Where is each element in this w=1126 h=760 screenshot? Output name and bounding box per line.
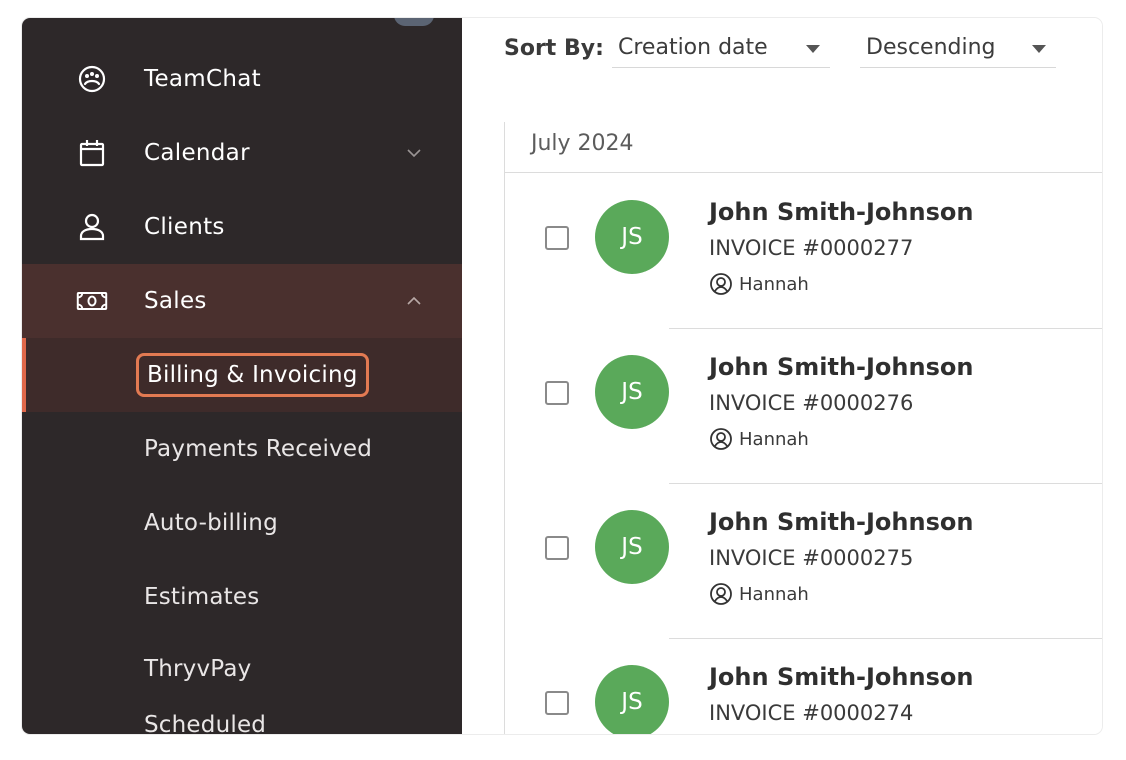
user-circle-icon [710,428,732,450]
sidebar-subitem-billing-invoicing[interactable]: Billing & Invoicing [22,338,462,412]
month-header: July 2024 [531,130,634,156]
calendar-icon [76,137,108,169]
list-item[interactable]: JS John Smith-Johnson INVOICE #0000276 H… [505,329,1102,484]
person-icon [76,211,108,243]
sidebar-subitem-label: Scheduled [144,712,267,734]
sidebar-subitem-label: Payments Received [144,436,373,462]
sidebar-item-label: Calendar [144,140,250,166]
avatar: JS [595,510,669,584]
cash-icon [76,285,108,317]
list-item[interactable]: JS John Smith-Johnson INVOICE #0000277 H… [505,174,1102,329]
invoice-number: INVOICE #0000277 [709,236,914,260]
caret-down-icon [1032,45,1046,53]
sidebar-item-label: Sales [144,288,207,314]
owner-name: Hannah [739,273,809,295]
owner: Hannah [709,427,809,451]
app-window: TeamChat Calendar Clients Sales Billing … [22,18,1102,734]
sidebar-item-teamchat[interactable]: TeamChat [22,42,462,116]
sidebar-subitem-scheduled[interactable]: Scheduled [22,688,462,734]
invoice-list: July 2024 JS John Smith-Johnson INVOICE … [504,122,1102,734]
notification-pill [394,18,434,26]
avatar: JS [595,200,669,274]
invoice-number: INVOICE #0000274 [709,701,914,725]
sidebar-item-sales[interactable]: Sales [22,264,462,338]
owner: Hannah [709,582,809,606]
list-item[interactable]: JS John Smith-Johnson INVOICE #0000274 [505,639,1102,734]
owner: Hannah [709,272,809,296]
sidebar-subitem-label: ThryvPay [144,656,252,682]
list-item[interactable]: JS John Smith-Johnson INVOICE #0000275 H… [505,484,1102,639]
avatar: JS [595,665,669,734]
client-name[interactable]: John Smith-Johnson [709,198,973,226]
chevron-up-icon[interactable] [402,289,426,313]
active-indicator [22,338,26,412]
client-name[interactable]: John Smith-Johnson [709,353,973,381]
divider [505,172,1102,173]
sidebar-item-calendar[interactable]: Calendar [22,116,462,190]
team-chat-icon [76,63,108,95]
sidebar-subitem-label: Estimates [144,584,260,610]
sidebar-subitem-payments-received[interactable]: Payments Received [22,412,462,486]
invoice-list-panel: Sort By: Creation date Descending July 2… [462,18,1102,734]
invoice-number: INVOICE #0000276 [709,391,914,415]
sidebar-item-label: TeamChat [144,66,261,92]
client-name[interactable]: John Smith-Johnson [709,663,973,691]
sidebar-subitem-label: Auto-billing [144,510,278,536]
owner-name: Hannah [739,583,809,605]
sidebar-subitem-label: Billing & Invoicing [136,353,369,397]
client-name[interactable]: John Smith-Johnson [709,508,973,536]
invoice-number: INVOICE #0000275 [709,546,914,570]
chevron-down-icon[interactable] [402,141,426,165]
sidebar: TeamChat Calendar Clients Sales Billing … [22,18,462,734]
select-checkbox[interactable] [545,381,569,405]
sort-by-label: Sort By: [504,35,604,61]
avatar: JS [595,355,669,429]
sort-bar: Sort By: [504,28,604,68]
owner-name: Hannah [739,428,809,450]
user-circle-icon [710,273,732,295]
sort-order-select[interactable]: Descending [860,28,1056,68]
sort-field-value: Creation date [618,35,768,60]
select-checkbox[interactable] [545,691,569,715]
sidebar-subitem-auto-billing[interactable]: Auto-billing [22,486,462,560]
caret-down-icon [806,45,820,53]
sidebar-item-label: Clients [144,214,225,240]
select-checkbox[interactable] [545,226,569,250]
sidebar-item-clients[interactable]: Clients [22,190,462,264]
select-checkbox[interactable] [545,536,569,560]
sort-field-select[interactable]: Creation date [612,28,830,68]
sort-order-value: Descending [866,35,996,60]
user-circle-icon [710,583,732,605]
sidebar-subitem-estimates[interactable]: Estimates [22,560,462,634]
